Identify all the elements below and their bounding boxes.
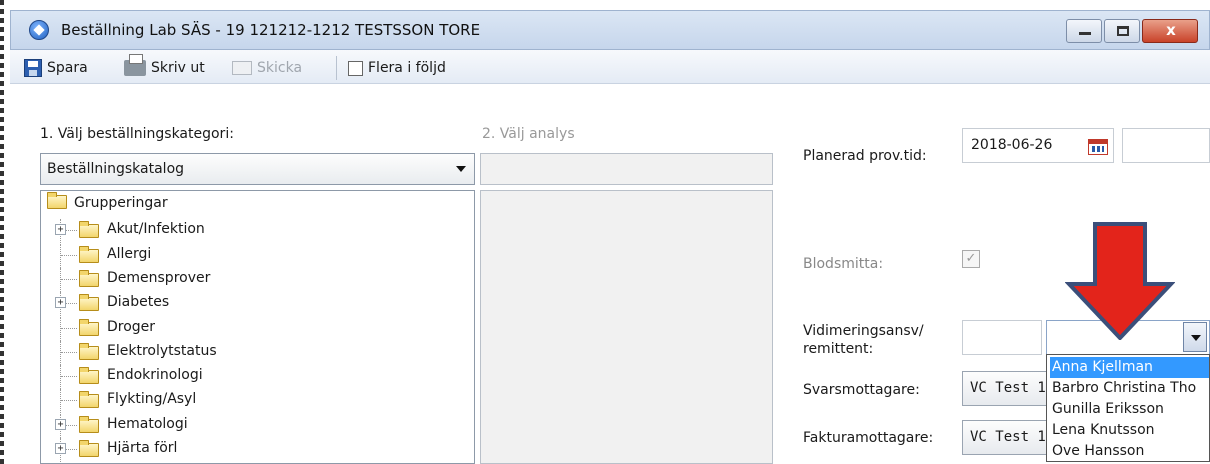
planned-time-field[interactable] bbox=[1122, 128, 1210, 163]
minimize-icon bbox=[1079, 32, 1091, 35]
series-toggle[interactable]: Flera i följd bbox=[348, 57, 446, 79]
toolbar-separator bbox=[336, 56, 337, 80]
print-button[interactable]: Skriv ut bbox=[124, 54, 205, 79]
blood-infection-checkbox[interactable]: ✓ bbox=[962, 250, 980, 268]
tree-node-label: Endokrinologi bbox=[107, 367, 203, 384]
window-edge bbox=[0, 0, 4, 464]
tree-line bbox=[61, 327, 77, 329]
result-recipient-label: Svarsmottagare: bbox=[803, 382, 920, 398]
tree-node-label: Elektrolytstatus bbox=[107, 342, 217, 359]
responsible-dropdown-button[interactable] bbox=[1183, 322, 1207, 352]
tree-node-label: Akut/Infektion bbox=[107, 221, 205, 238]
folder-icon bbox=[79, 318, 99, 336]
blood-infection-label: Blodsmitta: bbox=[803, 256, 884, 272]
maximize-icon bbox=[1117, 26, 1129, 36]
responsible-label-line2: remittent: bbox=[803, 341, 874, 357]
expand-icon[interactable]: + bbox=[55, 224, 66, 236]
responsible-label: Vidimeringsansv/ remittent: bbox=[803, 322, 924, 358]
tree-line bbox=[60, 267, 61, 292]
expand-icon[interactable]: + bbox=[55, 443, 66, 454]
close-button[interactable]: x bbox=[1142, 19, 1198, 43]
send-icon bbox=[232, 61, 252, 75]
dropdown-option[interactable]: Barbro Christina Tho bbox=[1050, 378, 1209, 399]
tree-node-label: Droger bbox=[107, 318, 156, 335]
planned-date-field[interactable]: 2018-06-26 bbox=[962, 128, 1114, 163]
responsible-label-line1: Vidimeringsansv/ bbox=[803, 323, 924, 339]
tree-node[interactable]: Grupperingar bbox=[47, 192, 168, 219]
expand-icon[interactable]: + bbox=[55, 297, 66, 309]
tree-line bbox=[61, 400, 77, 402]
save-icon bbox=[24, 59, 42, 77]
dropdown-option[interactable]: Anna Kjellman bbox=[1050, 357, 1209, 378]
minimize-button[interactable] bbox=[1066, 19, 1102, 43]
category-tree: Grupperingar + Akut/Infektion Allergi Demens… bbox=[40, 190, 475, 464]
folder-icon bbox=[79, 342, 99, 360]
result-recipient-value: VC Test 1 bbox=[970, 380, 1046, 396]
dropdown-option[interactable]: Gunilla Eriksson bbox=[1050, 399, 1209, 420]
series-label: Flera i följd bbox=[368, 60, 446, 76]
dropdown-option[interactable]: Lena Knutsson bbox=[1050, 420, 1209, 441]
planned-date-value: 2018-06-26 bbox=[971, 137, 1053, 153]
send-label: Skicka bbox=[257, 60, 303, 76]
folder-icon bbox=[79, 221, 99, 239]
maximize-button[interactable] bbox=[1104, 19, 1140, 43]
tree-node-label: Hjärta förl bbox=[107, 440, 178, 456]
analysis-heading: 2. Välj analys bbox=[482, 126, 575, 142]
tree-line bbox=[60, 389, 61, 414]
tree-line bbox=[60, 365, 61, 390]
folder-icon bbox=[79, 367, 99, 385]
red-down-arrow-icon bbox=[1065, 222, 1175, 340]
tree-line bbox=[61, 351, 77, 353]
folder-icon bbox=[79, 440, 99, 457]
tree-node-label: Flykting/Asyl bbox=[107, 391, 197, 408]
folder-icon bbox=[79, 391, 99, 409]
responsible-dropdown-list: Anna Kjellman Barbro Christina Tho Gunilla… bbox=[1046, 354, 1210, 462]
expand-icon[interactable]: + bbox=[55, 418, 66, 430]
close-icon: x bbox=[1166, 21, 1176, 39]
tree-node-label: Hematologi bbox=[107, 415, 188, 432]
chevron-down-icon bbox=[456, 166, 466, 172]
result-recipient-field[interactable]: VC Test 1 bbox=[962, 371, 1052, 406]
tree-line bbox=[61, 254, 77, 256]
window-title: Beställning Lab SÄS - 19 121212-1212 TES… bbox=[61, 21, 481, 39]
tree-line bbox=[61, 376, 77, 378]
invoice-recipient-label: Fakturamottagare: bbox=[803, 430, 934, 446]
tree-node-label: Allergi bbox=[107, 245, 152, 262]
folder-icon bbox=[79, 245, 99, 263]
print-label: Skriv ut bbox=[151, 60, 205, 76]
category-select[interactable]: Beställningskatalog bbox=[40, 153, 475, 185]
tree-line bbox=[60, 243, 61, 268]
save-label: Spara bbox=[47, 60, 88, 76]
calendar-icon[interactable] bbox=[1088, 139, 1108, 155]
category-select-value: Beställningskatalog bbox=[47, 161, 185, 177]
folder-icon bbox=[79, 269, 99, 287]
tree-line bbox=[60, 316, 61, 341]
toolbar: Spara Skriv ut Skicka Flera i följd bbox=[10, 50, 1210, 84]
responsible-code-field[interactable] bbox=[962, 320, 1042, 355]
dropdown-option[interactable]: Ove Hansson bbox=[1050, 441, 1209, 461]
analysis-list[interactable] bbox=[480, 190, 773, 464]
tree-line bbox=[60, 340, 61, 365]
planned-time-label: Planerad prov.tid: bbox=[803, 148, 927, 164]
app-icon bbox=[29, 20, 49, 40]
printer-icon bbox=[124, 54, 146, 76]
tree-node-label: Grupperingar bbox=[74, 195, 168, 211]
analysis-select[interactable] bbox=[480, 153, 773, 185]
category-heading: 1. Välj beställningskategori: bbox=[40, 126, 234, 142]
invoice-recipient-field[interactable]: VC Test 1 bbox=[962, 420, 1052, 455]
tree-node-label: Diabetes bbox=[107, 294, 170, 311]
save-button[interactable]: Spara bbox=[24, 57, 88, 79]
folder-icon bbox=[47, 192, 67, 209]
series-checkbox[interactable] bbox=[348, 60, 363, 76]
send-button[interactable]: Skicka bbox=[232, 57, 302, 79]
tree-node-label: Demensprover bbox=[107, 269, 211, 286]
invoice-recipient-value: VC Test 1 bbox=[970, 429, 1046, 445]
folder-icon bbox=[79, 294, 99, 312]
title-bar: Beställning Lab SÄS - 19 121212-1212 TES… bbox=[10, 10, 1210, 50]
tree-line bbox=[61, 278, 77, 280]
folder-icon bbox=[79, 415, 99, 433]
